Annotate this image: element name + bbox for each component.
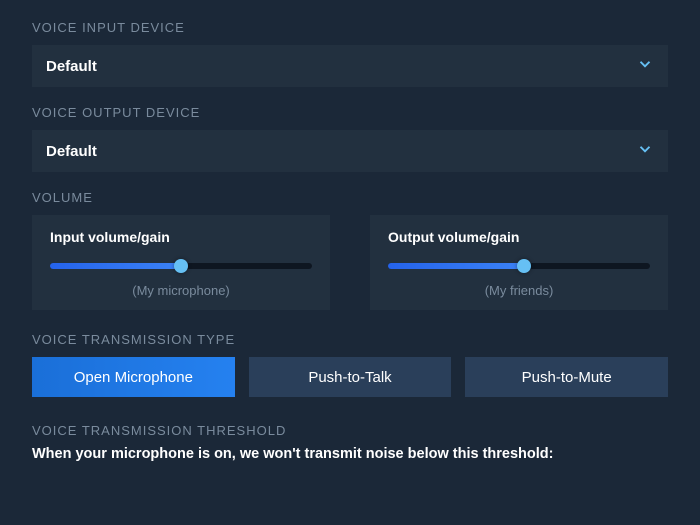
- input-volume-title: Input volume/gain: [50, 229, 312, 245]
- transmission-threshold-description: When your microphone is on, we won't tra…: [32, 446, 668, 462]
- slider-fill: [50, 263, 181, 269]
- chevron-down-icon: [636, 55, 654, 78]
- output-volume-title: Output volume/gain: [388, 229, 650, 245]
- output-volume-card: Output volume/gain (My friends): [370, 215, 668, 310]
- input-volume-slider[interactable]: [50, 257, 312, 275]
- chevron-down-icon: [636, 140, 654, 163]
- transmission-threshold-label: VOICE TRANSMISSION THRESHOLD: [32, 423, 668, 438]
- slider-fill: [388, 263, 524, 269]
- slider-thumb[interactable]: [517, 259, 531, 273]
- output-volume-caption: (My friends): [388, 283, 650, 298]
- input-volume-card: Input volume/gain (My microphone): [32, 215, 330, 310]
- volume-row: Input volume/gain (My microphone) Output…: [32, 215, 668, 310]
- output-volume-slider[interactable]: [388, 257, 650, 275]
- input-volume-caption: (My microphone): [50, 283, 312, 298]
- push-to-mute-button[interactable]: Push-to-Mute: [465, 357, 668, 397]
- voice-output-device-label: VOICE OUTPUT DEVICE: [32, 105, 668, 120]
- slider-thumb[interactable]: [174, 259, 188, 273]
- open-microphone-button[interactable]: Open Microphone: [32, 357, 235, 397]
- transmission-type-label: VOICE TRANSMISSION TYPE: [32, 332, 668, 347]
- transmission-type-row: Open Microphone Push-to-Talk Push-to-Mut…: [32, 357, 668, 397]
- volume-section-label: VOLUME: [32, 190, 668, 205]
- voice-settings-panel: VOICE INPUT DEVICE Default VOICE OUTPUT …: [0, 0, 700, 462]
- voice-output-device-value: Default: [46, 143, 97, 160]
- voice-input-device-label: VOICE INPUT DEVICE: [32, 20, 668, 35]
- push-to-talk-button[interactable]: Push-to-Talk: [249, 357, 452, 397]
- voice-input-device-value: Default: [46, 58, 97, 75]
- voice-output-device-select[interactable]: Default: [32, 130, 668, 172]
- voice-input-device-select[interactable]: Default: [32, 45, 668, 87]
